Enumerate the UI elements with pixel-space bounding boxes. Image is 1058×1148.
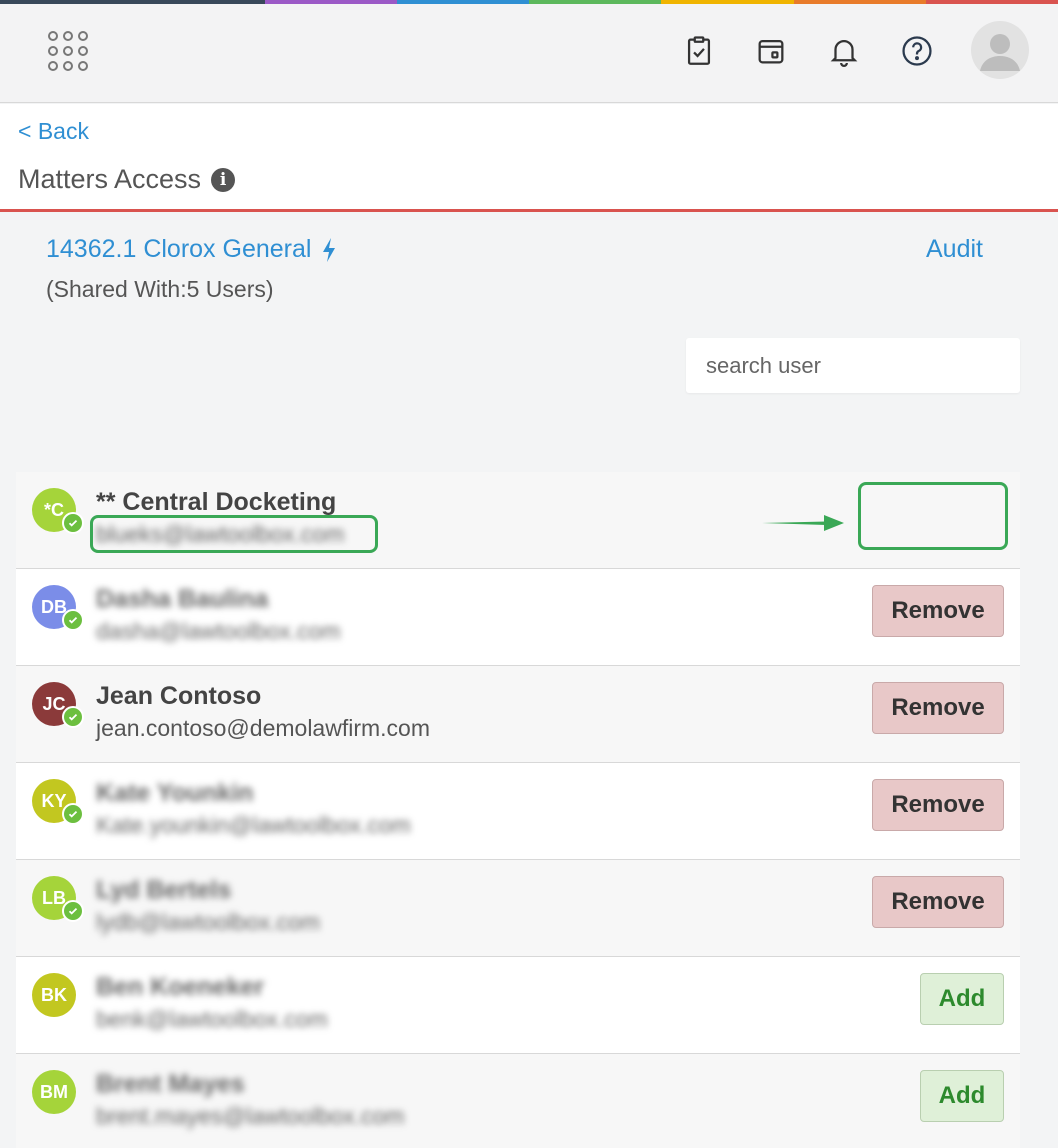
calendar-icon[interactable] — [754, 34, 788, 68]
top-navigation-bar — [0, 4, 1058, 103]
user-name: Kate Younkin — [96, 779, 254, 807]
user-email: dasha@lawtoolbox.com — [96, 618, 341, 644]
user-email: Kate.younkin@lawtoolbox.com — [96, 812, 411, 838]
remove-button[interactable]: Remove — [872, 585, 1004, 637]
email-highlight-box — [90, 515, 378, 553]
check-icon — [62, 512, 84, 534]
check-icon — [62, 706, 84, 728]
clipboard-check-icon[interactable] — [682, 34, 716, 68]
matter-name: 14362.1 Clorox General — [46, 235, 312, 263]
page-title-wrapper: Matters Access i — [18, 164, 236, 195]
user-email: benk@lawtoolbox.com — [96, 1006, 328, 1032]
user-row: LB Lyd Bertels lydb@lawtoolbox.com Remove — [16, 860, 1020, 957]
user-row: KY Kate Younkin Kate.younkin@lawtoolbox.co… — [16, 763, 1020, 860]
user-name: Ben Koeneker — [96, 973, 265, 1001]
user-avatar: BK — [32, 973, 76, 1017]
remove-button[interactable]: Remove — [872, 779, 1004, 831]
user-email: jean.contoso@demolawfirm.com — [96, 715, 430, 741]
remove-button[interactable]: Remove — [872, 876, 1004, 928]
info-icon[interactable]: i — [211, 167, 236, 192]
user-email: lydb@lawtoolbox.com — [96, 909, 321, 935]
user-list: *C ** Central Docketing blueks@lawtoolbox.… — [16, 472, 1020, 1148]
user-name: ** Central Docketing — [96, 488, 337, 516]
remove-button[interactable]: Remove — [872, 682, 1004, 734]
page-header: < Back Matters Access i — [0, 104, 1058, 210]
user-name: Dasha Baulina — [96, 585, 269, 613]
user-email: brent.mayes@lawtoolbox.com — [96, 1103, 405, 1129]
user-row: BK Ben Koeneker benk@lawtoolbox.com Add — [16, 957, 1020, 1054]
arrow-annotation — [762, 515, 844, 531]
lightning-icon — [323, 237, 336, 262]
check-icon — [62, 900, 84, 922]
help-icon[interactable] — [900, 34, 934, 68]
bell-icon[interactable] — [827, 34, 861, 68]
page-title: Matters Access — [18, 164, 202, 194]
grid-icon[interactable] — [48, 31, 88, 71]
action-highlight-box — [858, 482, 1008, 550]
add-button[interactable]: Add — [920, 973, 1004, 1025]
shared-count: (Shared With:5 Users) — [46, 276, 274, 302]
user-name: Brent Mayes — [96, 1070, 245, 1098]
user-avatar-icon[interactable] — [971, 21, 1029, 79]
user-name: Lyd Bertels — [96, 876, 232, 904]
search-user-input[interactable] — [686, 338, 1020, 393]
check-icon — [62, 609, 84, 631]
header-divider — [0, 209, 1058, 212]
user-row: BM Brent Mayes brent.mayes@lawtoolbox.com A… — [16, 1054, 1020, 1148]
user-avatar: BM — [32, 1070, 76, 1114]
matter-link[interactable]: 14362.1 Clorox General — [46, 235, 337, 264]
user-name: Jean Contoso — [96, 682, 262, 710]
user-row: DB Dasha Baulina dasha@lawtoolbox.com Remov… — [16, 569, 1020, 666]
add-button[interactable]: Add — [920, 1070, 1004, 1122]
audit-link[interactable]: Audit — [926, 235, 983, 264]
user-row: JC Jean Contoso jean.contoso@demolawfirm.c… — [16, 666, 1020, 763]
back-link[interactable]: < Back — [18, 118, 89, 145]
check-icon — [62, 803, 84, 825]
